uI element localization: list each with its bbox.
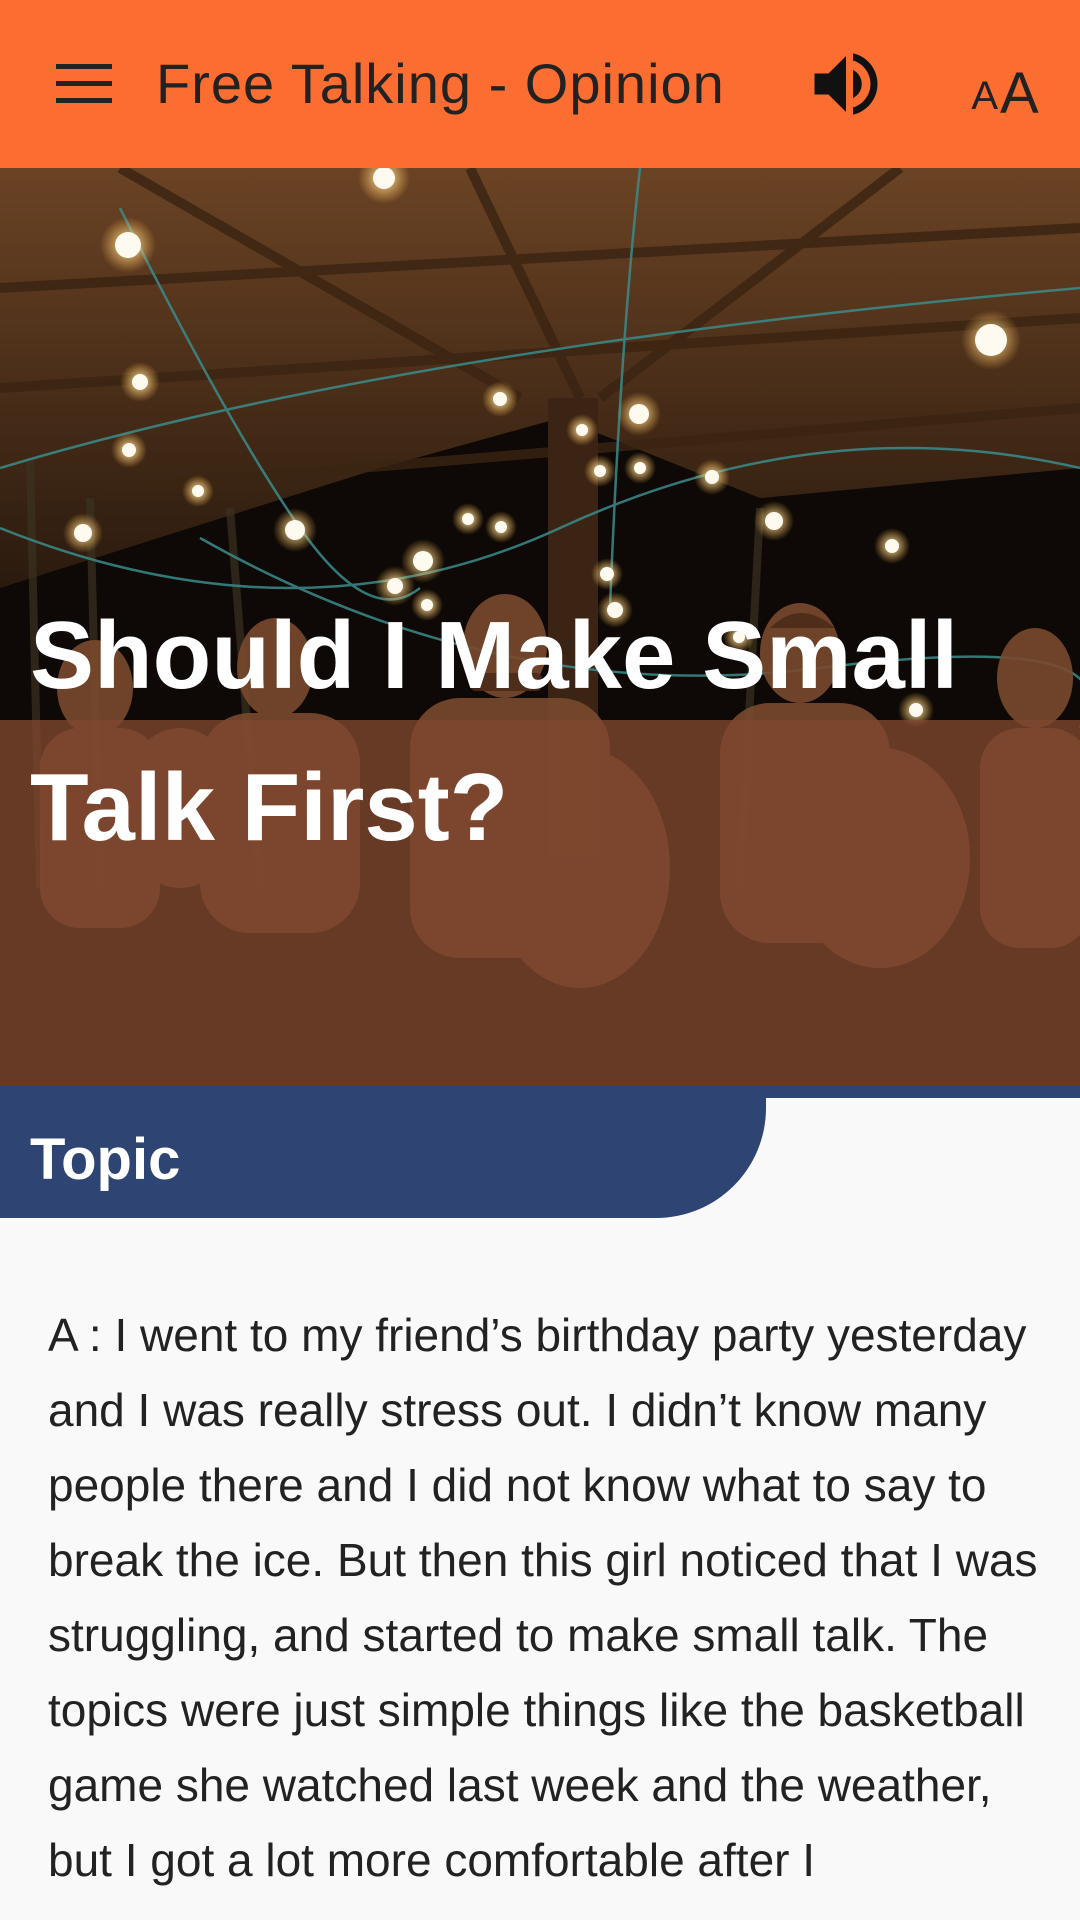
menu-button[interactable] bbox=[40, 40, 128, 128]
volume-button[interactable] bbox=[796, 36, 896, 132]
dialogue-text: A : I went to my friend’s birthday party… bbox=[48, 1309, 1038, 1886]
hamburger-menu-icon bbox=[56, 64, 112, 103]
app-title: Free Talking - Opinion bbox=[156, 52, 725, 115]
volume-up-icon bbox=[814, 53, 878, 115]
font-size-large-glyph: A bbox=[1000, 61, 1039, 126]
topic-heading: Topic bbox=[30, 1127, 181, 1192]
app-bar: Free Talking - Opinion AA bbox=[0, 0, 1080, 168]
font-size-button[interactable]: AA bbox=[950, 40, 1060, 128]
font-size-small-glyph: A bbox=[971, 74, 998, 118]
page-title: Should I Make Small Talk First? bbox=[30, 602, 959, 861]
